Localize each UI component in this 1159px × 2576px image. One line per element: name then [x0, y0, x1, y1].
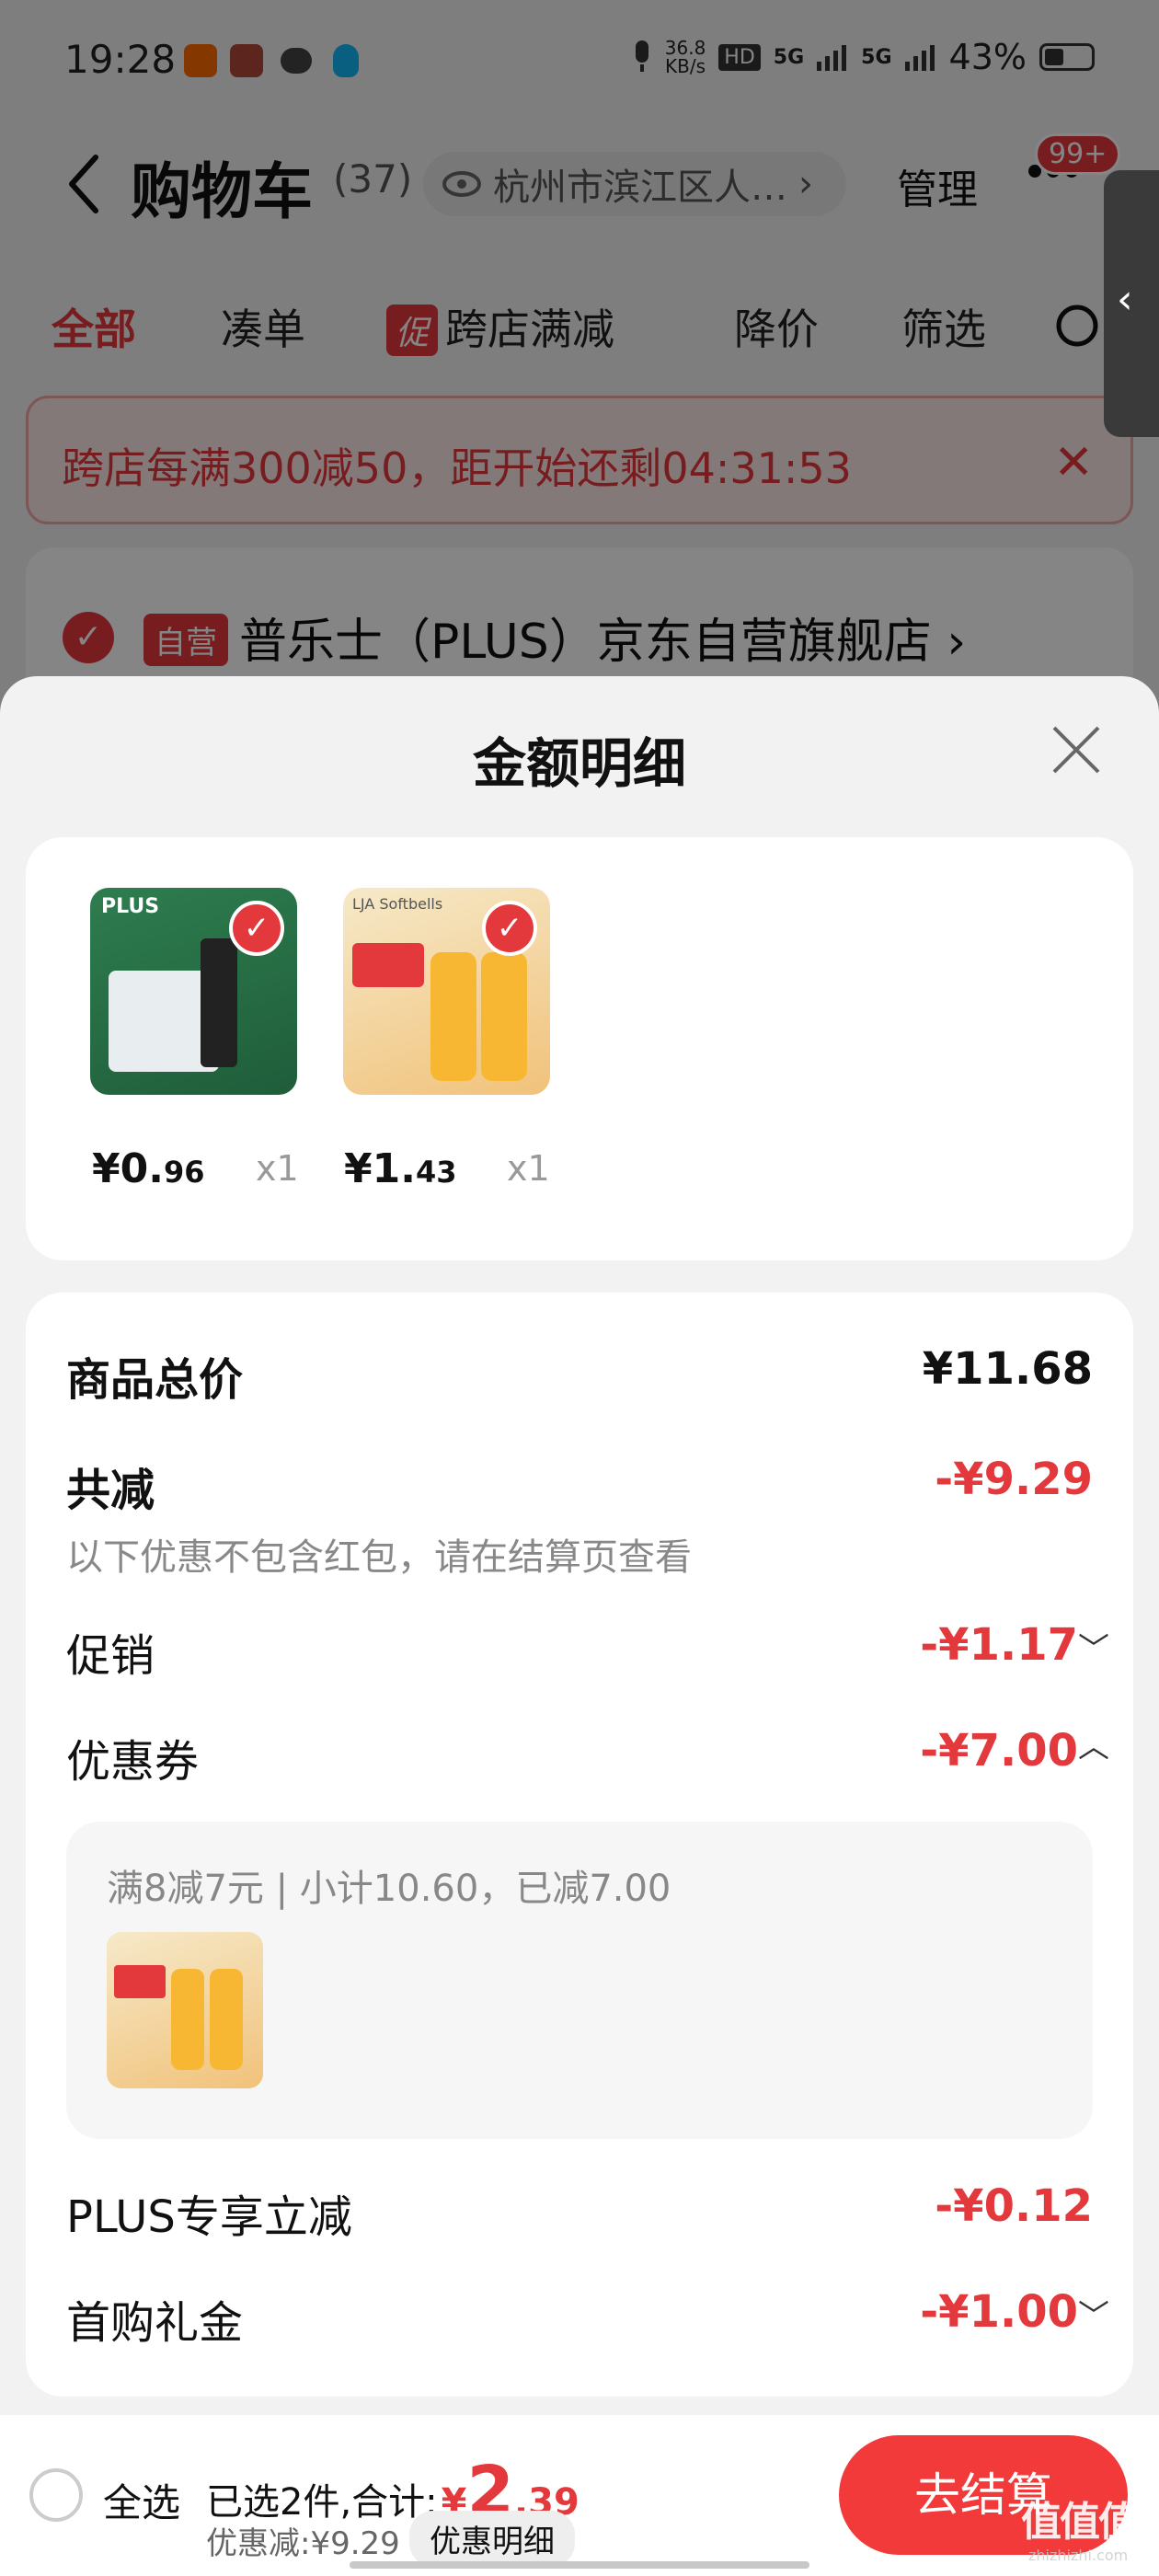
product-bottle-graphic	[481, 952, 527, 1081]
discount-summary: 优惠减:¥9.29	[206, 2525, 400, 2562]
reduce-note: 以下优惠不包含红包，请在结算页查看	[66, 1536, 692, 1579]
coupon-detail-text: 满8减7元 | 小计10.60，已减7.00	[107, 1868, 671, 1910]
product-qty: x1	[507, 1148, 550, 1189]
price-summary-card: 商品总价 ¥11.68 共减 -¥9.29 以下优惠不包含红包，请在结算页查看 …	[26, 1293, 1133, 2397]
chevron-down-icon[interactable]: ﹀	[1078, 2291, 1109, 2336]
promo-label: 促销	[66, 1630, 155, 1682]
product-price: ¥0.96	[92, 1145, 205, 1192]
amount-detail-sheet: 金额明细 PLUS ✓ LJA Softbells ✓ ¥0.96 x1 ¥1.…	[0, 676, 1159, 2576]
product-qty: x1	[256, 1148, 299, 1189]
coupon-detail-box: 满8减7元 | 小计10.60，已减7.00	[66, 1822, 1093, 2139]
total-reduce-label: 共减	[66, 1465, 155, 1516]
select-all-label[interactable]: 全选	[103, 2472, 180, 2528]
coupon-product-image	[107, 1932, 263, 2088]
plus-discount-value: -¥0.12	[935, 2180, 1093, 2232]
discount-detail-button[interactable]: 优惠明细	[409, 2511, 575, 2567]
promo-value[interactable]: -¥1.17	[920, 1619, 1078, 1671]
product-selected-icon[interactable]: ✓	[229, 901, 284, 956]
chevron-up-icon[interactable]: ︿	[1078, 1721, 1109, 1766]
total-price-label: 商品总价	[66, 1354, 244, 1406]
first-purchase-gift-label: 首购礼金	[66, 2297, 244, 2349]
product-promo-graphic	[352, 943, 424, 987]
checkout-bar: 全选 已选2件,合计: ¥ 2 .39 优惠减:¥9.29 优惠明细 去结算	[0, 2415, 1159, 2576]
total-reduce-value: -¥9.29	[935, 1454, 1093, 1505]
product-image: PLUS ✓	[90, 888, 297, 1095]
product-tape-graphic	[201, 938, 237, 1067]
chevron-left-icon: ‹	[1117, 276, 1133, 323]
side-drawer-handle[interactable]: ‹	[1104, 170, 1159, 437]
page: 19:28 36.8 KB/s HD 5G 5G 43% 购物车 (37) 杭州…	[0, 0, 1159, 2576]
watermark: 值值值	[1021, 2499, 1139, 2546]
first-purchase-gift-value[interactable]: -¥1.00	[920, 2286, 1078, 2338]
coupon-value[interactable]: -¥7.00	[920, 1725, 1078, 1777]
watermark-url: zhizhizhi.com	[1028, 2547, 1129, 2564]
chevron-down-icon[interactable]: ﹀	[1078, 1624, 1109, 1669]
close-icon[interactable]	[1049, 722, 1104, 777]
plus-discount-label: PLUS专享立减	[66, 2191, 352, 2243]
product-bottle-graphic	[430, 952, 476, 1081]
total-price-value: ¥11.68	[922, 1343, 1093, 1395]
product-brand: PLUS	[101, 895, 160, 918]
product-selected-icon[interactable]: ✓	[482, 901, 537, 956]
home-indicator[interactable]	[350, 2561, 809, 2569]
coupon-label: 优惠券	[66, 1736, 200, 1788]
product-brand: LJA Softbells	[352, 895, 443, 913]
product-image: LJA Softbells ✓	[343, 888, 550, 1095]
select-all-checkbox[interactable]	[29, 2468, 83, 2522]
products-card: PLUS ✓ LJA Softbells ✓ ¥0.96 x1 ¥1.43 x1	[26, 837, 1133, 1260]
sheet-title: 金额明细	[472, 732, 686, 795]
product-price: ¥1.43	[344, 1145, 457, 1192]
